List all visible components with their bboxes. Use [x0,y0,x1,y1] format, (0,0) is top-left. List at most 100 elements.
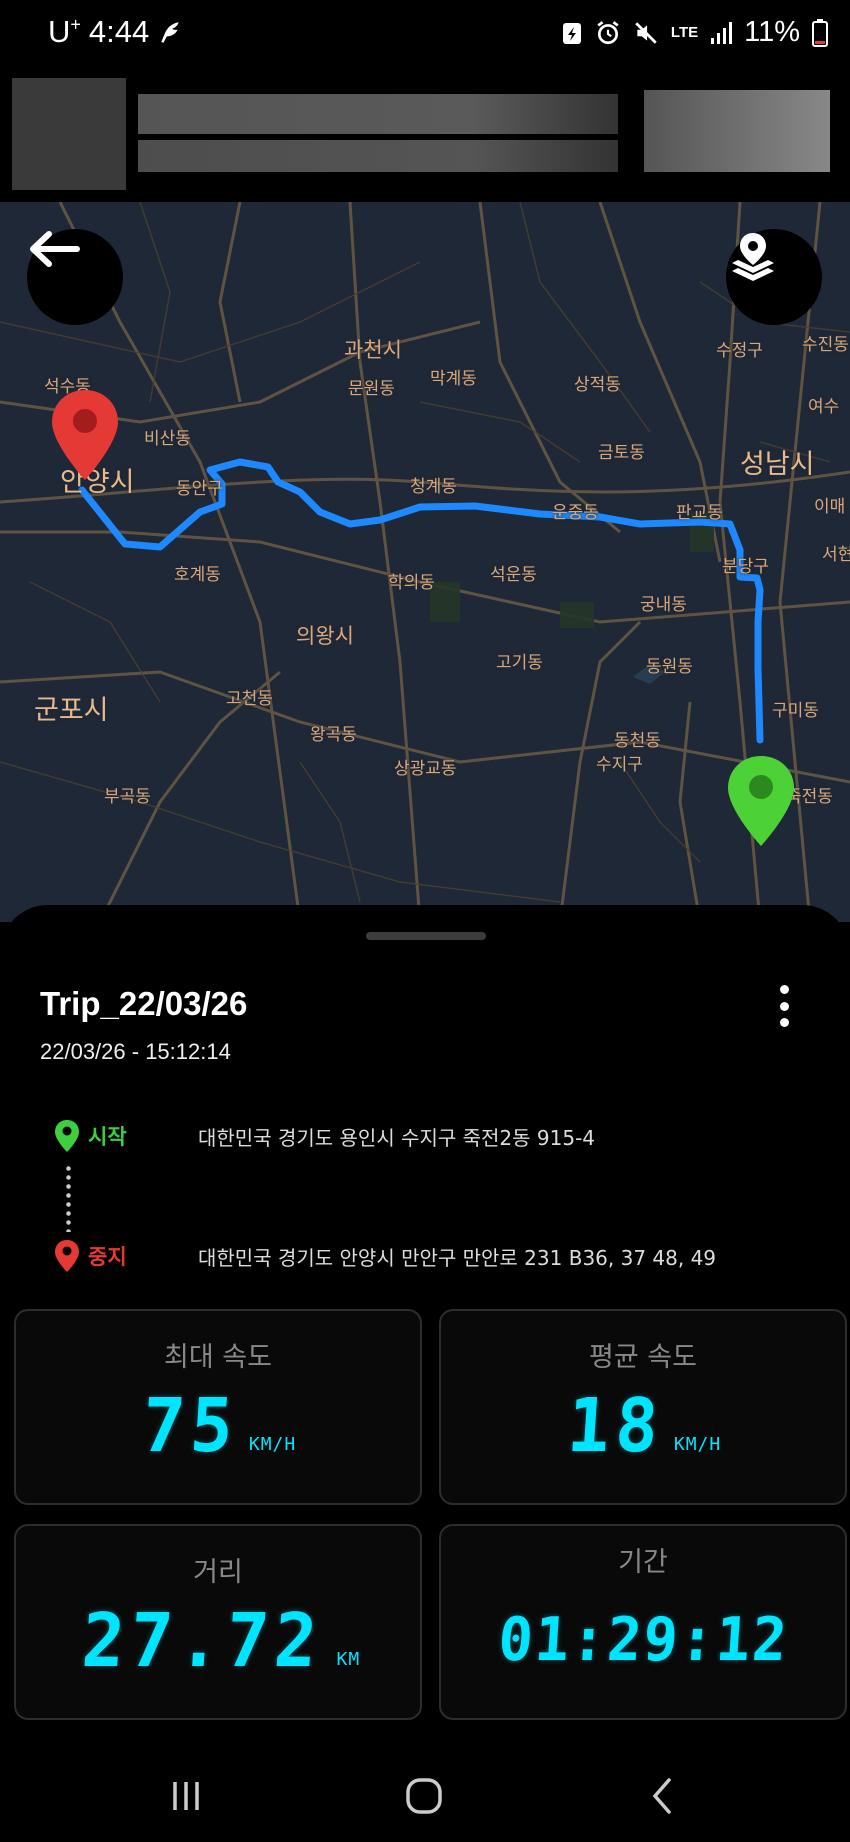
distance-value-group: 27.72 KM [16,1598,420,1684]
map-place-label: 부곡동 [104,787,151,807]
map-place-label: 의왕시 [296,624,354,648]
map-place-label: 왕곡동 [310,725,357,745]
home-icon [406,1778,442,1814]
map-place-label: 금토동 [598,443,645,463]
map-place-label: 성남시 [740,449,815,480]
back-nav-button[interactable] [632,1768,692,1824]
status-bar: U+ 4:44 LTE 11% [0,0,850,70]
start-pin-icon [728,756,794,846]
distance-card: 거리 27.72 KM [14,1524,422,1720]
signal-icon [711,21,733,44]
status-right: LTE 11% [561,16,828,49]
mute-icon [635,21,657,44]
avg-speed-unit: KM/H [673,1434,722,1455]
map-place-label: 동천동 [614,731,661,751]
start-marker-icon [55,1120,79,1152]
avg-speed-value-group: 18 KM/H [441,1383,845,1469]
map-place-label: 고천동 [226,689,273,709]
network-type: LTE [670,23,699,41]
route-start-row: 시작 대한민국 경기도 용인시 수지구 죽전2동 915-4 [54,1119,595,1153]
max-speed-card: 최대 속도 75 KM/H [14,1309,422,1505]
battery-percent: 11% [744,16,800,48]
map-place-label: 수진동 [802,335,849,355]
battery-saver-icon [562,22,581,44]
map-place-label: 문원동 [348,379,395,399]
map-place-label: 여수 [808,397,840,417]
max-speed-unit: KM/H [248,1434,297,1455]
avg-speed-card: 평균 속도 18 KM/H [439,1309,847,1505]
ad-image [12,78,126,190]
stop-marker-icon [55,1240,79,1272]
map-place-label: 상적동 [574,375,621,395]
recent-apps-button[interactable] [156,1768,216,1824]
ad-text-line-2 [138,140,618,172]
map-place-label: 학의동 [388,573,435,593]
ad-text-line-1 [138,94,618,134]
route-connector [66,1164,71,1232]
map-place-label: 청계동 [410,477,457,497]
arrow-left-icon [30,231,80,267]
map-place-label: 상광교동 [394,759,457,779]
distance-label: 거리 [193,1557,243,1588]
alarm-icon [597,20,619,44]
map-place-label: 분당구 [722,557,769,577]
map-place-label: 이매 [814,497,846,517]
start-address: 대한민국 경기도 용인시 수지구 죽전2동 915-4 [198,1125,596,1150]
map-place-label: 군포시 [34,695,109,726]
system-nav-bar [0,1746,850,1842]
more-dot [779,985,789,994]
route-stop-row: 중지 대한민국 경기도 안양시 만안구 만안로 231 B36, 37 48, … [54,1239,716,1273]
stop-address: 대한민국 경기도 안양시 만안구 만안로 231 B36, 37 48, 49 [198,1245,717,1270]
trip-datetime: 22/03/26 - 15:12:14 [40,1039,231,1064]
map-place-label: 막계동 [430,369,477,389]
duration-value-group: 01:29:12 [441,1605,845,1675]
battery-icon [812,18,828,47]
chevron-left-icon [652,1778,671,1814]
avg-speed-label: 평균 속도 [589,1342,697,1373]
stop-label: 중지 [88,1245,127,1269]
map-place-label: 판교동 [676,503,723,523]
duration-label: 기간 [618,1547,668,1578]
carrier-label: U+ [48,14,81,49]
trip-title: Trip_22/03/26 [40,985,248,1022]
map-place-label: 수지구 [596,755,643,775]
start-label: 시작 [88,1125,127,1149]
map-layers-icon [732,233,774,281]
trip-detail-sheet: Trip_22/03/26 22/03/26 - 15:12:14 시작 대한민… [0,905,850,1745]
more-dot [779,1001,789,1011]
distance-value: 27.72 [79,1598,326,1684]
map-place-label: 궁내동 [640,595,687,615]
map-place-label: 과천시 [344,338,402,362]
clock: 4:44 [88,14,150,49]
map-place-label: 서현 [822,545,850,565]
map-place-label: 동원동 [646,657,693,677]
more-options-button[interactable] [766,981,802,1031]
max-speed-value: 75 [139,1383,242,1469]
map-layers-button[interactable] [726,229,822,325]
route-map[interactable]: 과천시 수정구 수진동 석수동 막계동 상적동 여수 비산동 문원동 금토동 성남시 안양시 동안구 청계… [0,202,850,922]
map-place-label: 구미동 [772,701,819,721]
status-left: U+ 4:44 [48,14,183,50]
map-place-label: 동안구 [176,479,223,499]
map-place-label: 호계동 [174,565,221,585]
duration-value: 01:29:12 [495,1605,791,1675]
home-button[interactable] [394,1768,454,1824]
map-place-label: 비산동 [144,429,191,449]
max-speed-label: 최대 속도 [164,1342,272,1373]
sheet-drag-handle[interactable] [366,932,486,940]
map-place-label: 고기동 [496,653,543,673]
ad-banner[interactable] [0,70,850,202]
more-dot [779,1018,789,1027]
feather-icon [161,22,179,43]
distance-unit: KM [336,1649,361,1670]
end-pin-icon [52,390,118,480]
recent-apps-icon [173,1782,199,1810]
map-place-label: 석운동 [490,565,537,585]
back-button[interactable] [27,229,123,325]
max-speed-value-group: 75 KM/H [16,1383,420,1469]
avg-speed-value: 18 [564,1383,667,1469]
map-place-label: 운중동 [552,503,599,523]
duration-card: 기간 01:29:12 [439,1524,847,1720]
ad-button[interactable] [644,90,830,172]
map-place-label: 수정구 [716,341,763,361]
